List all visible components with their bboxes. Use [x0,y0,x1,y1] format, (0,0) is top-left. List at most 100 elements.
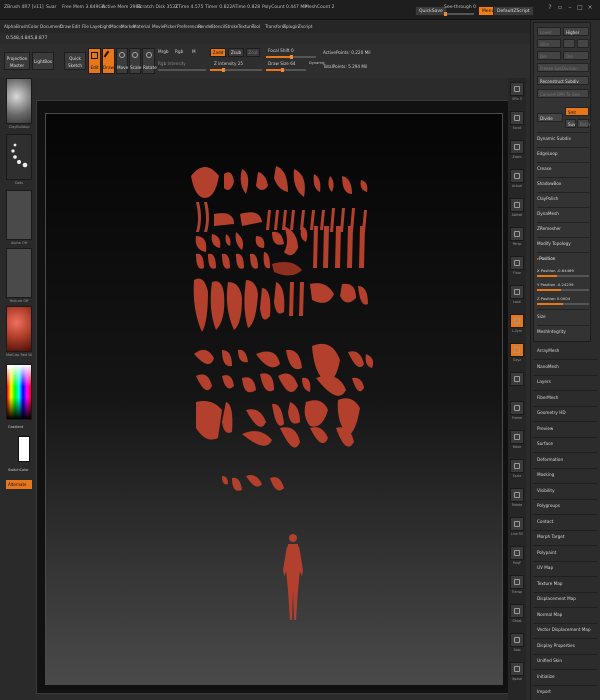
reconstruct-subdiv-button[interactable]: Reconstruct Subdiv [537,76,589,85]
menu-item[interactable]: Material [133,24,150,29]
palette-subpanel-item[interactable]: Polygroups [537,503,560,508]
rgb-intensity-slider[interactable] [158,69,206,71]
mrgb-button[interactable]: Mrgb [158,49,169,54]
edit-button[interactable]: Edit [88,48,101,74]
menu-item[interactable]: Picker [164,24,176,29]
position-header[interactable]: ▸Position [537,256,555,261]
maximize-icon[interactable]: □ [576,4,584,12]
shelf-button[interactable] [510,111,524,125]
lightbox-button[interactable]: LightBox [32,52,54,70]
scale-button[interactable]: Scale [129,48,141,74]
help-icon[interactable]: ? [546,4,554,12]
seethrough-slider[interactable] [444,12,474,16]
quick-sketch-button[interactable]: Quick Sketch [64,52,86,70]
alpha-thumbnail[interactable] [6,190,32,240]
alternate-button[interactable]: Alternate [6,480,32,489]
palette-subpanel-item[interactable]: Morph Target [537,534,565,539]
y-position-slider[interactable] [537,289,589,291]
palette-subpanel-item[interactable]: NanoMesh [537,364,559,369]
menu-item[interactable]: Stencil [211,24,225,29]
palette-subpanel-item[interactable]: Display Properties [537,643,575,648]
shelf-button[interactable] [510,604,524,618]
palette-subpanel-item[interactable]: FiberMesh [537,395,558,400]
palette-subpanel-item[interactable]: Geometry HD [537,410,566,415]
palette-subpanel-item[interactable]: Initialize [537,674,555,679]
shelf-button[interactable] [510,82,524,96]
close-icon[interactable]: × [586,4,594,12]
dynamesh-item[interactable]: DynaMesh [537,211,559,216]
color-picker[interactable] [6,364,32,420]
palette-subpanel-item[interactable]: Deformation [537,457,563,462]
palette-subpanel-item[interactable]: ArrayMesh [537,348,559,353]
edgeloop-item[interactable]: EdgeLoop [537,151,558,156]
dynamic-subdiv-item[interactable]: Dynamic Subdiv [537,136,571,141]
zcut-button[interactable]: Zcut [246,48,260,57]
z-position-slider[interactable] [537,303,589,305]
palette-subpanel-item[interactable]: Surface [537,441,553,446]
shelf-button[interactable] [510,459,524,473]
crease-item[interactable]: Crease [537,166,551,171]
menu-item[interactable]: Zplugin [283,24,299,29]
sdiv-slider[interactable]: SDiv [537,39,561,48]
convert-bpr-button[interactable]: Convert BPR To Geo [537,89,589,98]
menu-item[interactable]: Stroke [225,24,238,29]
menu-item[interactable]: Color [28,24,39,29]
brush-thumbnail[interactable] [6,78,32,124]
palette-subpanel-item[interactable]: Displacement Map [537,596,576,601]
smt-toggle[interactable]: Smt [565,107,589,116]
menu-item[interactable]: Edit [72,24,80,29]
minimize-icon[interactable]: – [566,4,574,12]
menu-item[interactable]: Brush [16,24,28,29]
texture-thumbnail[interactable] [6,248,32,298]
layout-icon[interactable]: ▫ [556,4,564,12]
palette-subpanel-item[interactable]: Masking [537,472,554,477]
higher-res-button[interactable]: Higher Res [563,27,589,44]
palette-subpanel-item[interactable]: Polypaint [537,550,556,555]
main-color-swatch[interactable] [18,436,30,462]
palette-subpanel-item[interactable]: Preview [537,426,553,431]
menu-item[interactable]: Movie [152,24,164,29]
projection-master-button[interactable]: Projection Master [4,52,30,70]
palette-subpanel-item[interactable]: UV Map [537,565,553,570]
menu-item[interactable]: Alpha [4,24,16,29]
palette-subpanel-item[interactable]: Vector Displacement Map [537,627,591,632]
shelf-button[interactable] [510,256,524,270]
m-button[interactable]: M [192,49,196,54]
shelf-button[interactable] [510,488,524,502]
z-intensity-slider[interactable] [210,68,262,72]
menu-item[interactable]: Document [40,24,62,29]
freeze-subdivision-button[interactable]: Freeze SubDivision Levels [537,63,589,80]
menu-item[interactable]: Draw [60,24,71,29]
focal-shift-slider[interactable] [266,55,316,59]
palette-subpanel-item[interactable]: Normal Map [537,612,562,617]
size-item[interactable]: Size [537,314,546,319]
shelf-button[interactable] [510,169,524,183]
shelf-button[interactable] [510,372,524,386]
shelf-button[interactable] [510,285,524,299]
palette-subpanel-item[interactable]: Contact [537,519,553,524]
suv-toggle[interactable]: · [577,39,589,48]
move-button[interactable]: Move [116,48,128,74]
material-thumbnail[interactable] [6,306,32,352]
reuv-button[interactable]: ReUV [577,119,591,128]
shelf-button[interactable] [510,140,524,154]
shelf-button[interactable] [510,314,524,328]
shadowbox-item[interactable]: ShadowBox [537,181,561,186]
shelf-button[interactable] [510,517,524,531]
rotate-button[interactable]: Rotate [142,48,157,74]
menu-item[interactable]: Zscript [298,24,313,29]
palette-subpanel-item[interactable]: Visibility [537,488,555,493]
claypolish-item[interactable]: ClayPolish [537,196,558,201]
palette-subpanel-item[interactable]: Import [537,689,551,694]
zremesher-item[interactable]: ZRemesher [537,226,561,231]
rgb-button[interactable]: Rgb [175,49,183,54]
divide-button[interactable]: Divide [537,113,563,122]
shelf-button[interactable] [510,662,524,676]
x-position-slider[interactable] [537,275,589,277]
zadd-button[interactable]: Zadd [210,48,226,57]
menu-item[interactable]: Tool [252,24,260,29]
draw-size-slider[interactable] [266,68,306,72]
shelf-button[interactable] [510,343,524,357]
shelf-button[interactable] [510,575,524,589]
del-higher-button[interactable]: Del Higher [563,51,589,68]
